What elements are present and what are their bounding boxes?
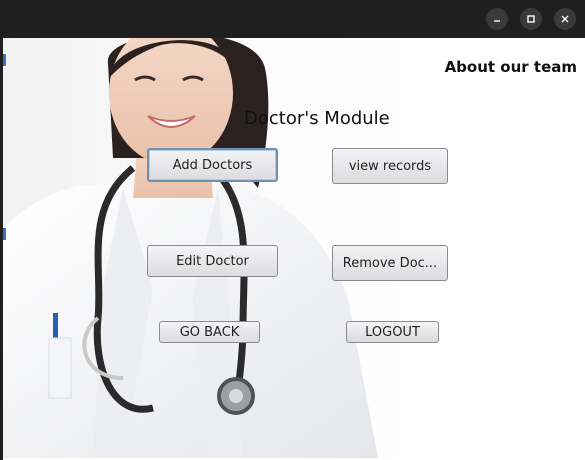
close-button[interactable] <box>554 8 576 30</box>
minimize-button[interactable] <box>486 8 508 30</box>
minimize-icon <box>494 20 500 22</box>
view-records-button[interactable]: view records <box>332 148 448 184</box>
remove-doctor-button[interactable]: Remove Doc... <box>332 245 448 281</box>
title-bar[interactable] <box>0 0 585 38</box>
close-icon <box>561 15 569 23</box>
page-title: Doctor's Module <box>244 108 390 129</box>
about-our-team-link[interactable]: About our team <box>445 58 577 76</box>
edge-mark <box>3 54 6 66</box>
go-back-button[interactable]: GO BACK <box>159 321 260 343</box>
edit-doctor-button[interactable]: Edit Doctor <box>147 245 278 277</box>
edge-mark <box>3 228 6 240</box>
maximize-button[interactable] <box>520 8 542 30</box>
add-doctors-button[interactable]: Add Doctors <box>147 148 278 182</box>
app-window: About our team Doctor's Module Add Docto… <box>0 0 585 460</box>
logout-button[interactable]: LOGOUT <box>346 321 439 343</box>
doctor-module-panel: About our team Doctor's Module Add Docto… <box>3 38 583 458</box>
maximize-icon <box>527 15 535 23</box>
